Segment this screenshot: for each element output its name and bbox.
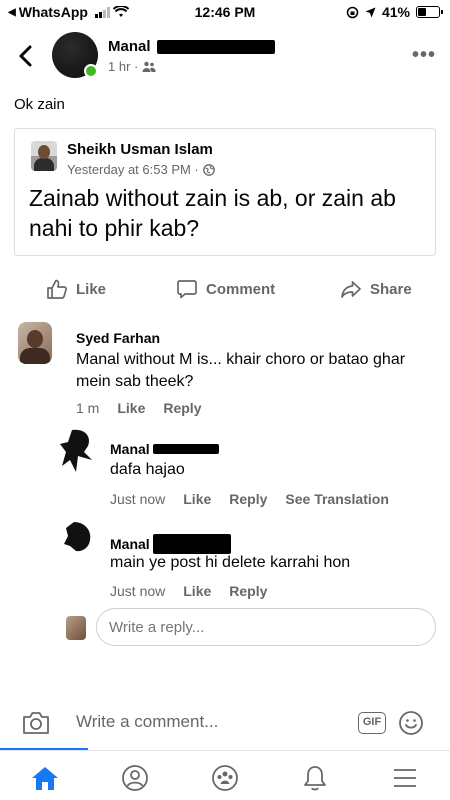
comment-time: 1 m	[76, 400, 100, 416]
reply-author-name[interactable]: Manal	[110, 441, 219, 457]
reply-author-text: Manal	[110, 536, 150, 552]
tab-home[interactable]	[30, 763, 60, 793]
share-label: Share	[370, 280, 412, 298]
battery-icon	[416, 6, 443, 18]
gif-button[interactable]: GIF	[358, 712, 386, 734]
camera-icon[interactable]	[22, 710, 50, 736]
back-button[interactable]	[12, 42, 40, 70]
shared-post-card[interactable]: Sheikh Usman Islam Yesterday at 6:53 PM …	[14, 128, 436, 256]
post-text: Ok zain	[14, 96, 65, 113]
menu-icon	[394, 769, 416, 787]
reply-like-button[interactable]: Like	[183, 583, 211, 599]
groups-icon	[212, 765, 238, 791]
share-arrow-icon	[341, 281, 361, 298]
like-button[interactable]: Like	[46, 278, 106, 300]
more-options-icon[interactable]: •••	[412, 44, 436, 67]
reply-reply-button[interactable]: Reply	[229, 583, 267, 599]
comment-label: Comment	[206, 280, 276, 298]
comment-bubble-icon	[177, 280, 197, 299]
commenter-name[interactable]: Syed Farhan	[76, 330, 160, 346]
comment-button[interactable]: Comment	[176, 278, 275, 300]
post-actions: Like Comment Share	[0, 278, 450, 306]
reply-author-text: Manal	[110, 441, 150, 457]
see-translation-button[interactable]: See Translation	[285, 491, 388, 507]
online-status-indicator	[84, 64, 98, 78]
commenter-avatar[interactable]	[18, 322, 52, 364]
reply-text: main ye post hi delete karrahi hon	[110, 554, 351, 571]
tab-notifications[interactable]	[300, 763, 330, 793]
rotation-lock-icon	[346, 6, 359, 18]
shared-author-name[interactable]: Sheikh Usman Islam	[67, 141, 213, 158]
status-bar: ◀ WhatsApp 12:46 PM 41%	[0, 0, 450, 26]
reply-meta: Just now Like Reply See Translation	[110, 491, 389, 507]
author-name[interactable]: Manal	[108, 38, 275, 55]
shared-post-time: Yesterday at 6:53 PM ·	[67, 162, 199, 177]
friends-audience-icon	[142, 61, 156, 72]
home-icon	[32, 767, 58, 790]
thumbs-up-icon	[47, 279, 67, 299]
reply-avatar[interactable]	[62, 520, 94, 554]
reply-like-button[interactable]: Like	[183, 491, 211, 507]
author-name-text: Manal	[108, 38, 151, 55]
location-icon	[365, 7, 376, 17]
shared-post-meta: Yesterday at 6:53 PM ·	[67, 162, 215, 177]
reply-author-name[interactable]: Manal	[110, 534, 231, 554]
post-time: 1 hr ·	[108, 59, 139, 74]
reply-reply-button[interactable]: Reply	[229, 491, 267, 507]
reply-meta: Just now Like Reply	[110, 583, 267, 599]
reply-time: Just now	[110, 583, 166, 599]
comment-like-button[interactable]: Like	[117, 400, 145, 416]
reply-input[interactable]	[96, 608, 436, 646]
tab-groups[interactable]	[210, 763, 240, 793]
reply-time: Just now	[110, 491, 166, 507]
bottom-tab-bar	[0, 750, 450, 800]
reply-text: dafa hajao	[110, 461, 185, 478]
profile-icon	[122, 765, 148, 791]
share-button[interactable]: Share	[340, 278, 412, 300]
redaction-bar	[156, 40, 275, 55]
comment-composer: Write a comment... GIF	[0, 702, 450, 750]
comment-meta: 1 m Like Reply	[76, 400, 201, 416]
comment-reply-button[interactable]: Reply	[163, 400, 201, 416]
globe-icon	[202, 163, 215, 176]
emoji-icon[interactable]	[398, 710, 424, 736]
like-label: Like	[76, 280, 107, 298]
shared-post-text: Zainab without zain is ab, or zain ab na…	[29, 185, 396, 241]
current-user-avatar	[66, 616, 86, 640]
tab-profile[interactable]	[120, 763, 150, 793]
battery-fill	[418, 8, 427, 16]
post-meta: 1 hr ·	[108, 59, 156, 74]
reply-avatar[interactable]	[58, 426, 98, 474]
redaction-bar	[152, 444, 219, 454]
tab-menu[interactable]	[390, 763, 420, 793]
redaction-bar	[152, 534, 231, 554]
bell-icon	[304, 766, 326, 791]
battery-percent: 41%	[381, 4, 410, 20]
post-header: Manal 1 hr · •••	[0, 26, 450, 86]
comment-text: Manal without M is... khair choro or bat…	[76, 351, 406, 390]
comment-input[interactable]: Write a comment...	[76, 712, 218, 732]
shared-author-avatar[interactable]	[31, 141, 57, 171]
